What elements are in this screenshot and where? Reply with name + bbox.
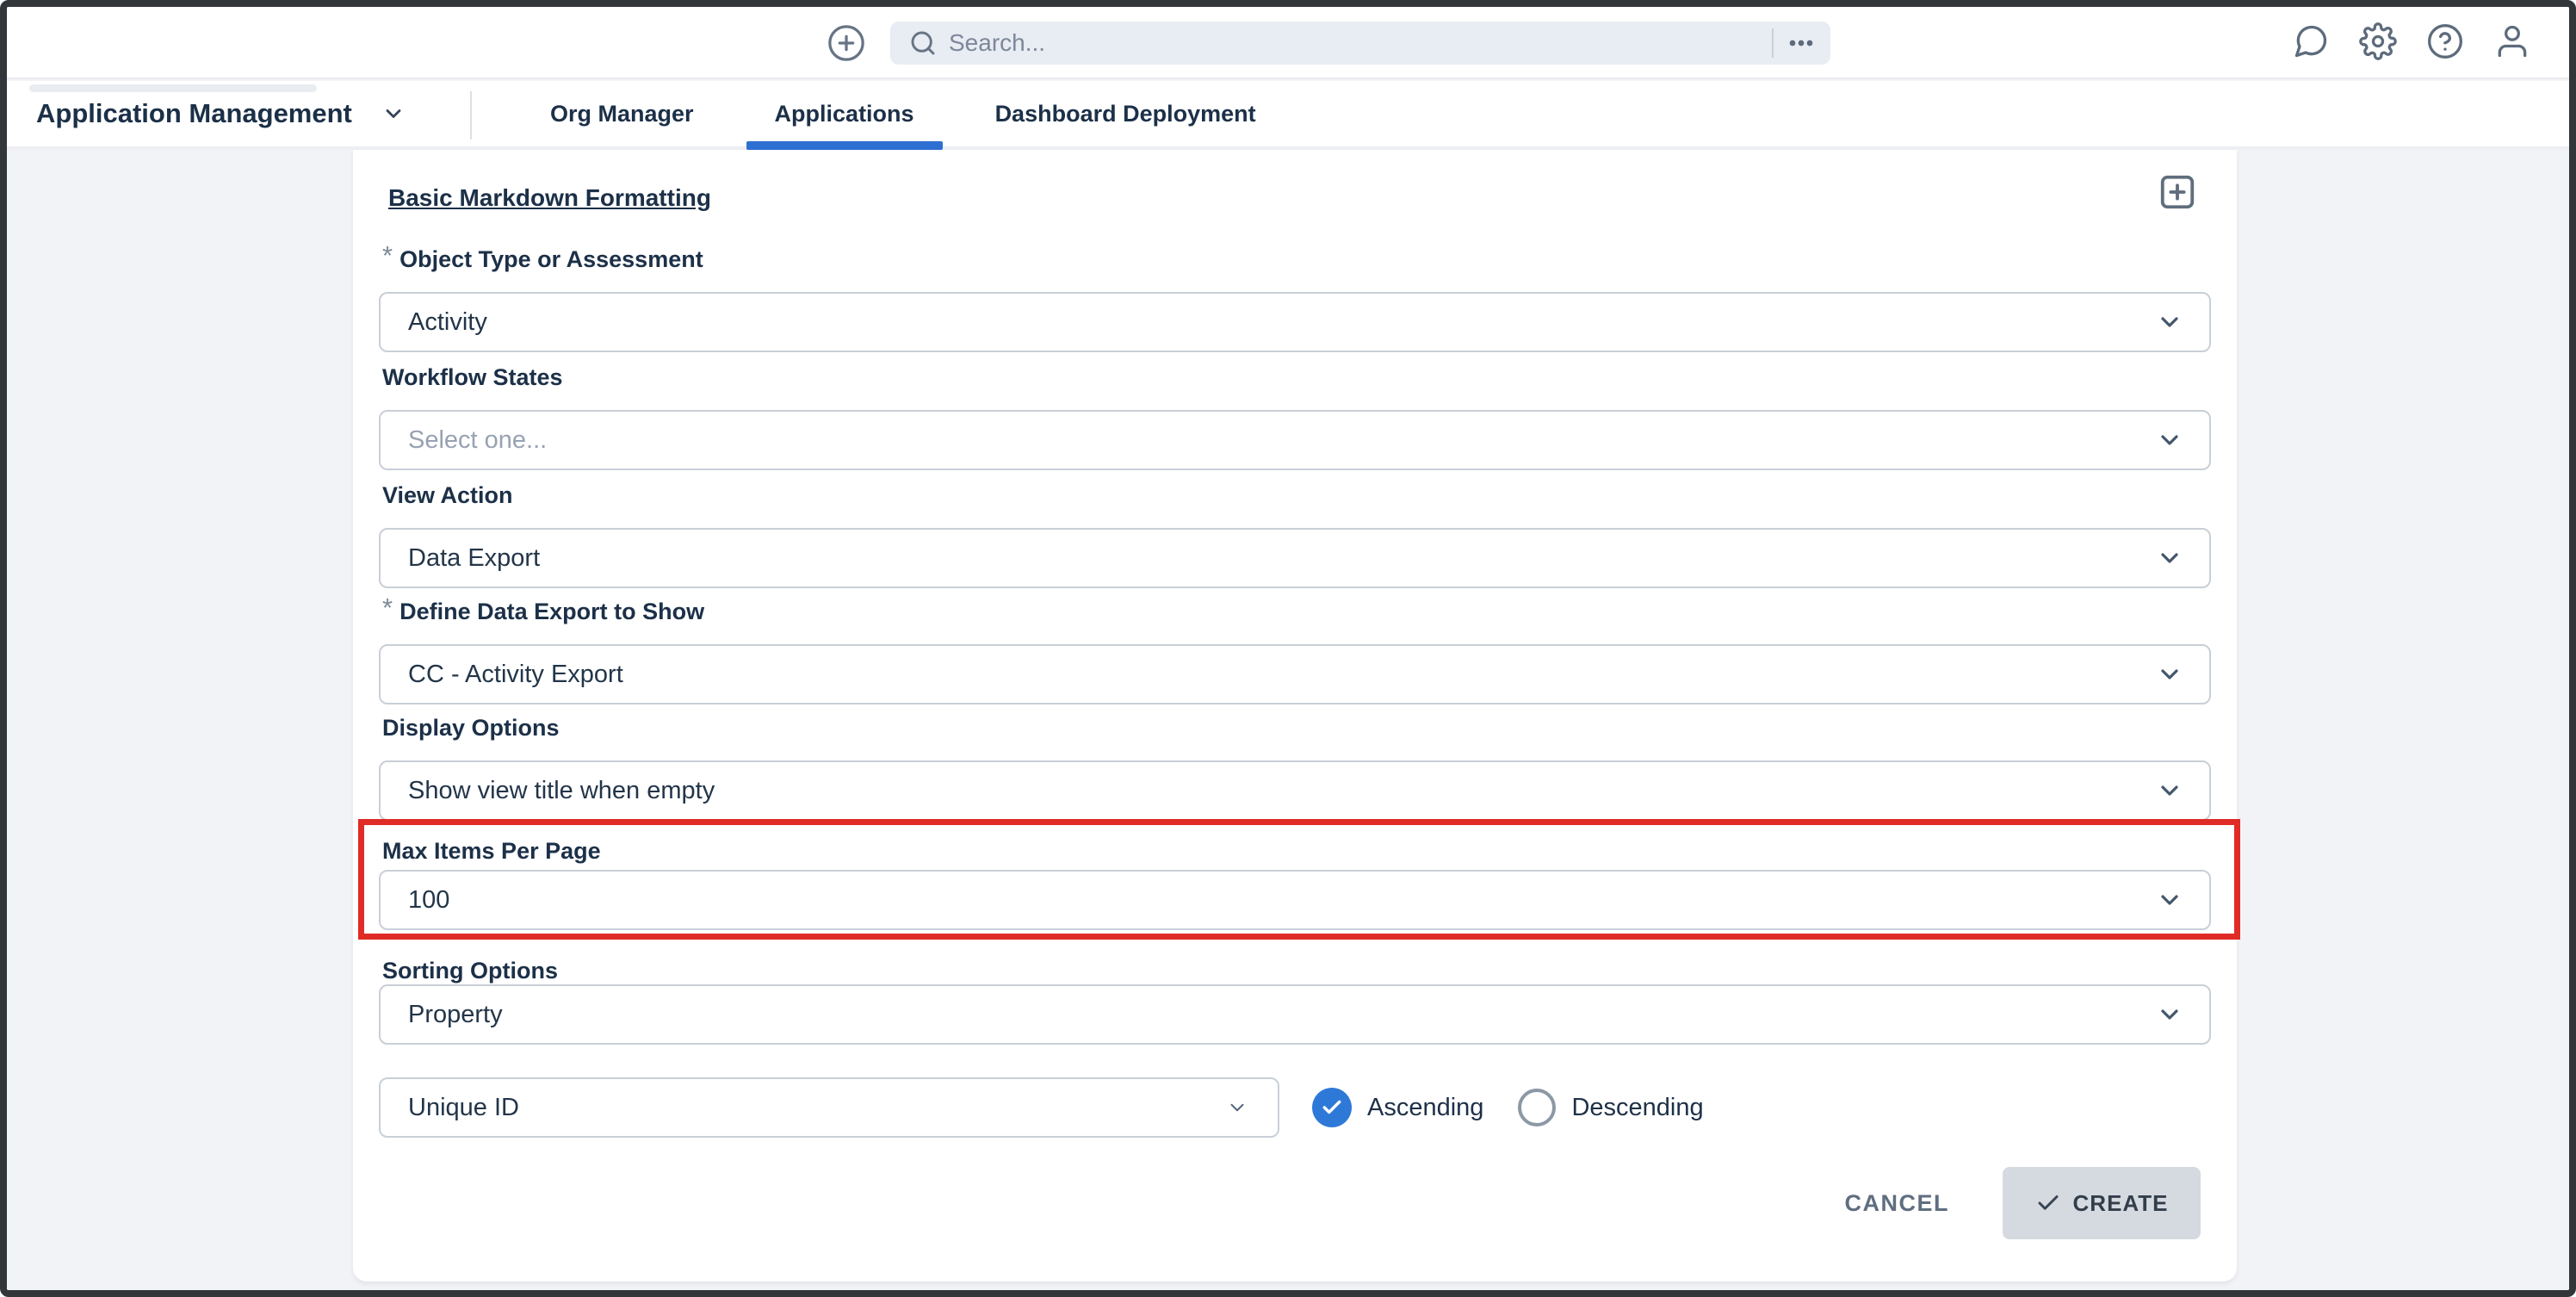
radio-checked-icon xyxy=(1312,1088,1352,1127)
search-divider xyxy=(1772,28,1774,58)
field-label-define-data-export: * Define Data Export to Show xyxy=(382,593,705,624)
cancel-button[interactable]: CANCEL xyxy=(1845,1190,1950,1217)
field-label-max-items: Max Items Per Page xyxy=(382,838,601,864)
search-icon xyxy=(909,29,937,57)
search-input[interactable] xyxy=(949,29,1765,57)
form-panel: Basic Markdown Formatting * Object Type … xyxy=(353,150,2240,1281)
radio-descending[interactable]: Descending xyxy=(1518,1089,1704,1126)
form-actions: CANCEL CREATE xyxy=(1845,1167,2201,1239)
help-icon[interactable] xyxy=(2426,22,2464,60)
nav-divider xyxy=(470,91,472,140)
radio-unchecked-icon xyxy=(1518,1089,1557,1126)
app-window: Application Management Org Manager Appli… xyxy=(0,0,2576,1297)
chevron-down-icon xyxy=(2156,886,2183,914)
view-action-select[interactable]: Data Export xyxy=(379,528,2211,588)
top-bar xyxy=(7,7,2569,79)
radio-ascending[interactable]: Ascending xyxy=(1312,1088,1483,1127)
required-marker: * xyxy=(382,593,393,623)
sort-direction-group: Ascending Descending xyxy=(1312,1077,1704,1138)
display-options-select[interactable]: Show view title when empty xyxy=(379,760,2211,821)
chevron-down-icon xyxy=(2156,777,2183,804)
user-icon[interactable] xyxy=(2493,22,2531,60)
field-label-display-options: Display Options xyxy=(382,715,560,741)
sort-property-select[interactable]: Unique ID xyxy=(379,1077,1279,1138)
app-switcher-label: Application Management xyxy=(36,98,352,128)
tab-bar: Org Manager Applications Dashboard Deplo… xyxy=(510,81,1297,150)
chat-icon[interactable] xyxy=(2292,22,2330,60)
chevron-down-icon xyxy=(2156,544,2183,572)
workflow-states-select[interactable]: Select one... xyxy=(379,410,2211,470)
tab-org-manager[interactable]: Org Manager xyxy=(510,81,734,146)
ellipsis-icon[interactable] xyxy=(1784,26,1818,60)
chevron-down-icon xyxy=(2156,661,2183,688)
form-title: Basic Markdown Formatting xyxy=(388,184,711,211)
gear-icon[interactable] xyxy=(2359,22,2397,60)
tab-dashboard-deployment[interactable]: Dashboard Deployment xyxy=(955,81,1297,146)
field-label-workflow-states: Workflow States xyxy=(382,364,563,390)
nav-bar: Application Management Org Manager Appli… xyxy=(7,81,2569,150)
topbar-icon-group xyxy=(2292,22,2531,60)
required-marker: * xyxy=(382,240,393,270)
chevron-down-icon xyxy=(1226,1096,1248,1119)
radio-label-descending: Descending xyxy=(1571,1093,1704,1121)
chevron-down-icon xyxy=(2156,308,2183,336)
field-label-view-action: View Action xyxy=(382,482,513,508)
add-icon[interactable] xyxy=(827,23,866,63)
create-button[interactable]: CREATE xyxy=(2003,1167,2201,1239)
chevron-down-icon xyxy=(2156,1001,2183,1028)
app-switcher[interactable]: Application Management xyxy=(36,81,406,146)
tab-applications[interactable]: Applications xyxy=(734,81,955,150)
field-label-object-type: * Object Type or Assessment xyxy=(382,240,703,272)
data-export-select[interactable]: CC - Activity Export xyxy=(379,644,2211,704)
chevron-down-icon xyxy=(2156,426,2183,454)
content-area: Basic Markdown Formatting * Object Type … xyxy=(7,150,2569,1290)
search-bar[interactable] xyxy=(890,22,1830,65)
object-type-select[interactable]: Activity xyxy=(379,292,2211,352)
plus-square-icon[interactable] xyxy=(2158,172,2197,212)
chevron-down-icon xyxy=(381,102,406,126)
sorting-options-select[interactable]: Property xyxy=(379,984,2211,1045)
radio-label-ascending: Ascending xyxy=(1367,1093,1484,1121)
field-label-sorting-options: Sorting Options xyxy=(382,958,558,984)
check-icon xyxy=(2035,1190,2061,1216)
max-items-select[interactable]: 100 xyxy=(379,870,2211,930)
